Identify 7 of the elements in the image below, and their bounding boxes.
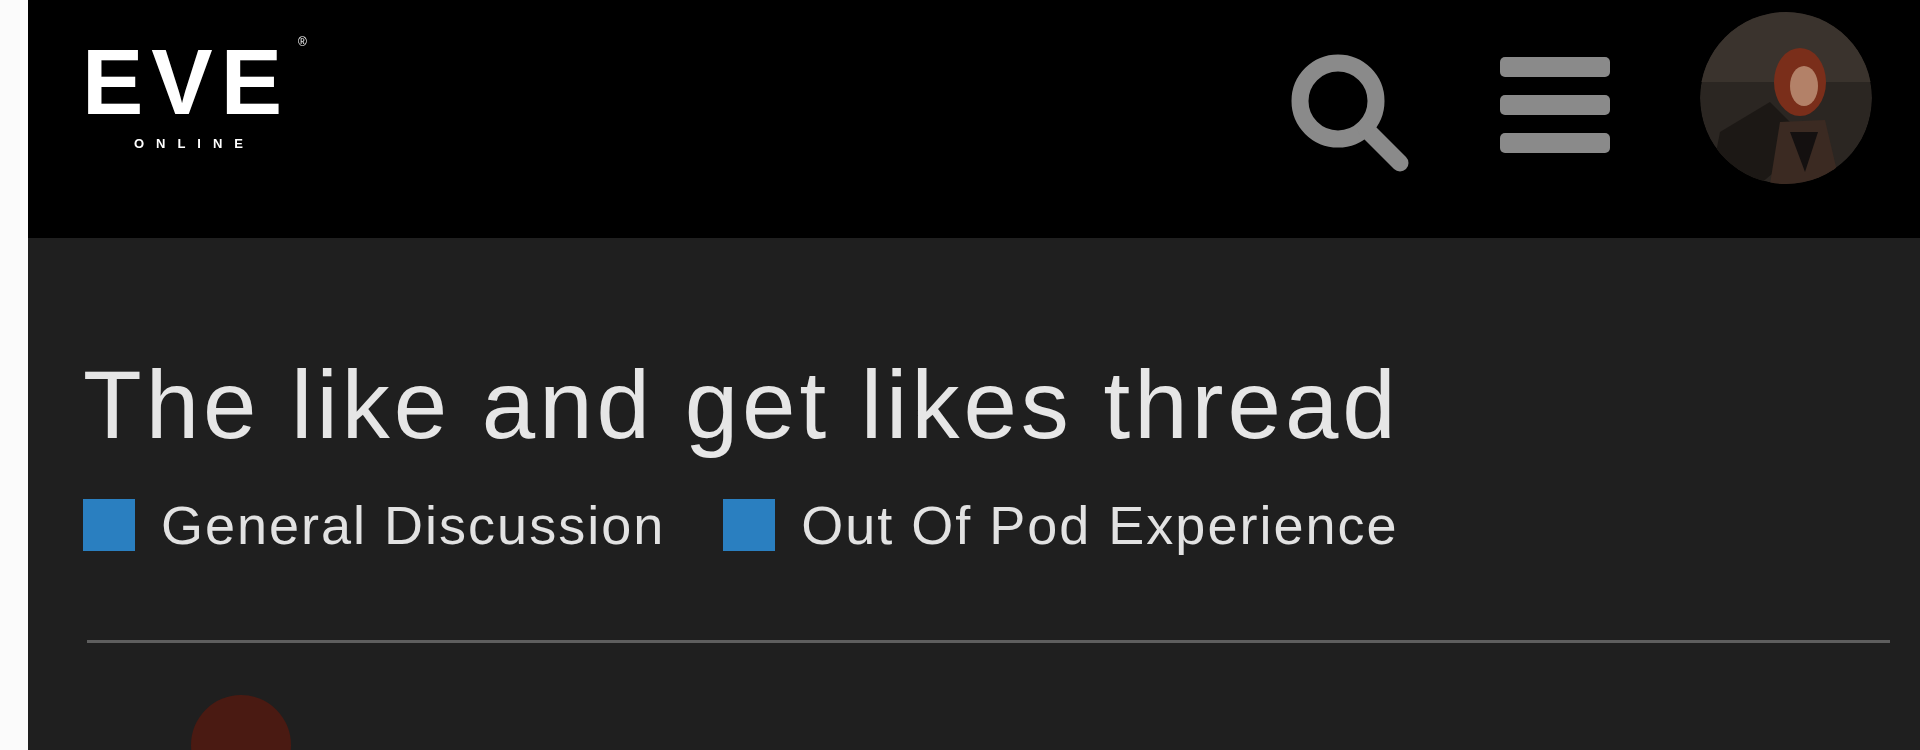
topic-title: The like and get likes thread [83, 350, 1400, 460]
logo-wordmark[interactable]: EVE [82, 36, 291, 128]
registered-mark: ® [298, 36, 307, 48]
menu-icon[interactable] [1500, 57, 1610, 153]
logo-subtitle: ONLINE [133, 135, 256, 153]
category-link[interactable]: Out Of Pod Experience [801, 494, 1399, 557]
category-link[interactable]: General Discussion [161, 494, 666, 557]
